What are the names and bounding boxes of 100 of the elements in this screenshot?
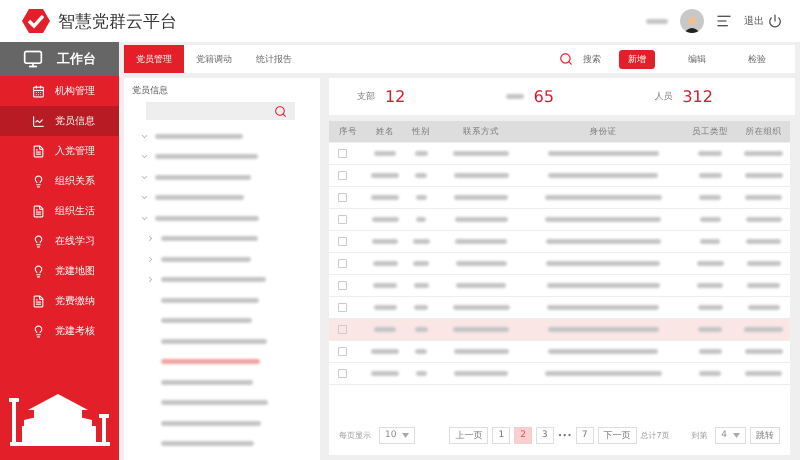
- sidebar-item[interactable]: 党建考核: [0, 316, 119, 346]
- per-page-label: 每页显示: [339, 430, 371, 440]
- nav-icon: [32, 84, 45, 98]
- stat-value: 65: [534, 87, 554, 106]
- blurred-cell: [454, 217, 508, 222]
- sidebar-item[interactable]: 党建地图: [0, 256, 119, 286]
- search-icon[interactable]: [559, 52, 573, 66]
- row-checkbox[interactable]: [338, 303, 347, 312]
- blurred-cell: [452, 305, 510, 310]
- search-field[interactable]: [146, 102, 295, 120]
- tab[interactable]: 党员管理: [124, 45, 184, 73]
- goto-button[interactable]: 跳转: [750, 426, 780, 444]
- column-header: 员工类型: [691, 126, 729, 138]
- blurred-cell: [371, 371, 399, 376]
- row-checkbox[interactable]: [338, 369, 347, 378]
- search-link[interactable]: 搜索: [583, 52, 601, 66]
- row-checkbox[interactable]: [338, 171, 347, 180]
- blurred-cell: [412, 239, 430, 244]
- tab[interactable]: 党籍调动: [184, 45, 244, 73]
- blurred-tree-label[interactable]: [161, 236, 258, 242]
- blurred-cell: [371, 349, 399, 354]
- chevron-right-icon[interactable]: [146, 234, 155, 244]
- power-icon[interactable]: [768, 14, 782, 28]
- row-checkbox[interactable]: [338, 325, 347, 334]
- blurred-tree-label[interactable]: [155, 195, 244, 200]
- blurred-cell: [374, 327, 396, 332]
- blurred-cell: [453, 151, 509, 156]
- blurred-cell: [414, 151, 428, 156]
- nav-icon: [32, 174, 45, 188]
- blurred-cell: [697, 283, 723, 288]
- blurred-tree-label[interactable]: [155, 134, 243, 139]
- chevron-right-icon[interactable]: [146, 275, 155, 284]
- next-page-button[interactable]: 下一页: [598, 426, 637, 444]
- goto-page-select[interactable]: 4: [715, 426, 746, 444]
- blurred-tree-label[interactable]: [155, 154, 258, 160]
- blurred-tree-label[interactable]: [161, 277, 266, 282]
- row-checkbox[interactable]: [338, 347, 347, 356]
- blurred-tree-label[interactable]: [161, 380, 253, 385]
- blurred-tree-label[interactable]: [161, 400, 268, 406]
- blurred-tree-label[interactable]: [161, 298, 259, 303]
- row-checkbox[interactable]: [338, 193, 347, 202]
- blurred-cell: [699, 371, 721, 376]
- toolbar-button[interactable]: 检验: [739, 50, 775, 68]
- blurred-cell: [698, 151, 722, 156]
- sidebar-item[interactable]: 党员信息: [0, 106, 119, 136]
- per-page-select[interactable]: 10: [379, 426, 416, 444]
- toolbar-button[interactable]: 新增: [619, 50, 655, 68]
- page-button[interactable]: 3: [536, 426, 554, 444]
- column-header: 所在组织: [744, 126, 782, 138]
- blurred-username: [646, 18, 668, 24]
- nav-icon: [32, 294, 45, 308]
- app-title: 智慧党群云平台: [58, 10, 177, 32]
- blurred-cell: [454, 195, 508, 200]
- prev-page-button[interactable]: 上一页: [449, 426, 488, 444]
- blurred-cell: [744, 349, 782, 354]
- blurred-tree-label[interactable]: [161, 256, 251, 262]
- row-checkbox[interactable]: [338, 149, 347, 158]
- row-checkbox[interactable]: [338, 215, 347, 224]
- blurred-cell: [748, 305, 780, 310]
- toolbar-button[interactable]: 编辑: [679, 50, 715, 68]
- table-row[interactable]: [329, 319, 790, 341]
- logout-link[interactable]: 退出: [744, 14, 764, 28]
- search-icon[interactable]: [274, 104, 287, 118]
- blurred-cell: [372, 239, 398, 244]
- blurred-cell: [416, 217, 426, 222]
- sidebar-item[interactable]: 入党管理: [0, 136, 119, 166]
- blurred-cell: [698, 327, 722, 332]
- blurred-tree-label[interactable]: [161, 318, 252, 324]
- row-checkbox[interactable]: [338, 259, 347, 268]
- sidebar-item[interactable]: 机构管理: [0, 76, 119, 106]
- nav-icon: [32, 324, 45, 338]
- row-checkbox[interactable]: [338, 237, 347, 246]
- total-pages: 总计7页: [640, 430, 670, 440]
- sidebar-item[interactable]: 党费缴纳: [0, 286, 119, 316]
- row-checkbox[interactable]: [338, 281, 347, 290]
- nav-icon: [32, 204, 45, 218]
- nav-icon: [32, 114, 45, 128]
- page-button[interactable]: 1: [492, 426, 510, 444]
- sidebar-item[interactable]: 组织生活: [0, 196, 119, 226]
- blurred-cell: [456, 283, 506, 288]
- avatar-icon[interactable]: [680, 9, 704, 33]
- chevron-right-icon[interactable]: [146, 254, 155, 264]
- blurred-tree-label[interactable]: [161, 441, 254, 446]
- blurred-tree-label[interactable]: [161, 338, 267, 344]
- blurred-tree-label[interactable]: [155, 216, 259, 221]
- tab[interactable]: 统计报告: [244, 45, 304, 73]
- ellipsis: •••: [558, 430, 572, 440]
- blurred-cell: [374, 151, 396, 156]
- page-button[interactable]: 2: [514, 426, 532, 444]
- blurred-tree-label[interactable]: [161, 359, 260, 364]
- sidebar-item[interactable]: 组织关系: [0, 166, 119, 196]
- page-button[interactable]: 7: [576, 426, 594, 444]
- blurred-tree-label[interactable]: [155, 174, 251, 180]
- logo-icon: [22, 8, 50, 34]
- blurred-tree-label[interactable]: [161, 420, 261, 426]
- menu-icon[interactable]: [716, 13, 732, 29]
- sidebar-item[interactable]: 在线学习: [0, 226, 119, 256]
- blurred-cell: [454, 371, 508, 376]
- monitor-icon: [23, 49, 43, 69]
- nav-icon: [32, 144, 45, 158]
